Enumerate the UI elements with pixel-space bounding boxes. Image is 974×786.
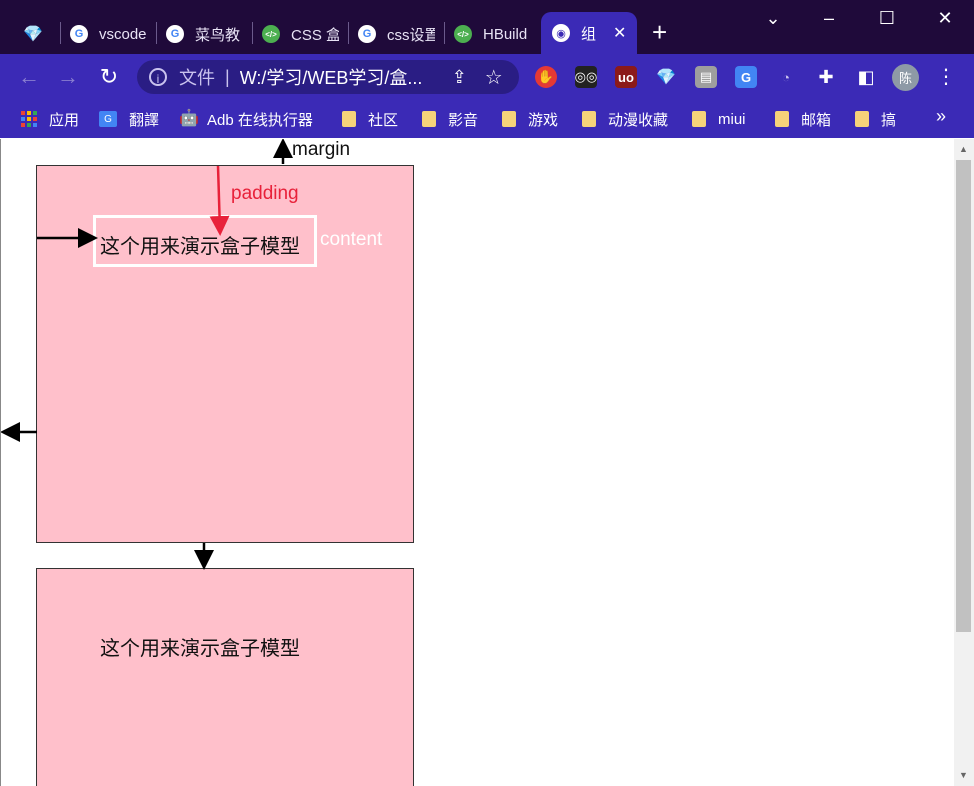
tab-title: HBuild	[483, 25, 528, 43]
bookmark-folder[interactable]: 搞	[855, 108, 896, 130]
scrollbar-thumb[interactable]	[956, 160, 971, 632]
bookmark-label: 游戏	[528, 111, 559, 129]
folder-icon	[422, 111, 436, 127]
tab-5[interactable]: G css设置	[358, 14, 440, 54]
padding-arrow	[209, 165, 230, 236]
share-icon[interactable]: ⇪	[452, 67, 467, 88]
bookmarks-bar: 应用 G 翻譯 🤖 Adb 在线执行器 社区 影音 游戏 动漫收藏 miui 邮…	[0, 100, 974, 138]
bookmark-label: 搞	[881, 111, 897, 129]
minimize-button[interactable]: –	[814, 8, 844, 29]
bookmark-folder[interactable]: 游戏	[502, 108, 558, 130]
url-scheme-label: 文件	[179, 68, 215, 88]
bookmark-folder[interactable]: 社区	[342, 108, 398, 130]
adblock-icon[interactable]: ✋	[535, 66, 557, 88]
maximize-button[interactable]: ☐	[872, 8, 902, 29]
ublock-icon[interactable]: uo	[615, 66, 637, 88]
info-icon[interactable]: i	[149, 68, 167, 86]
tab-separator	[156, 22, 157, 44]
scroll-up-icon[interactable]: ▲	[959, 144, 968, 154]
tab-title: CSS 盒	[291, 26, 339, 44]
tab-6[interactable]: </> HBuild	[454, 14, 536, 54]
bookmark-folder[interactable]: miui	[692, 108, 746, 130]
close-tab-icon[interactable]: ✕	[613, 23, 626, 43]
url-text[interactable]: W:/学习/WEB学习/盒...	[240, 64, 436, 90]
folder-icon	[502, 111, 516, 127]
sidepanel-icon[interactable]: ◧	[855, 66, 877, 88]
bookmark-label: 社区	[368, 111, 399, 129]
menu-icon[interactable]: ⋮	[936, 64, 956, 89]
page-viewport: 这个用来演示盒子模型 这个用来演示盒子模型 margin padding con…	[0, 139, 954, 786]
tab-separator	[252, 22, 253, 44]
bookmark-translate[interactable]: G 翻譯	[99, 108, 159, 130]
tab-title: 组	[581, 25, 597, 43]
google-icon: G	[166, 25, 184, 43]
tab-active[interactable]: ◉ 组 ✕	[541, 12, 637, 54]
bookmark-adb[interactable]: 🤖 Adb 在线执行器	[179, 108, 313, 130]
tab-list-icon[interactable]: ⌄	[758, 8, 788, 29]
bookmark-apps[interactable]: 应用	[21, 108, 79, 130]
tab-title: vscode	[99, 25, 147, 43]
bookmark-folder[interactable]: 邮箱	[775, 108, 831, 130]
tab-4[interactable]: </> CSS 盒	[262, 14, 344, 54]
bookmark-label: 翻譯	[129, 111, 160, 129]
tab-separator	[348, 22, 349, 44]
folder-icon	[342, 111, 356, 127]
folder-icon	[582, 111, 596, 127]
google-icon: G	[70, 25, 88, 43]
tab-1[interactable]: 💎	[24, 14, 48, 54]
bookmark-folder[interactable]: 动漫收藏	[582, 108, 668, 130]
puzzle-icon[interactable]: ✚	[815, 66, 837, 88]
code-icon: </>	[262, 25, 280, 43]
back-button[interactable]: ←	[16, 64, 42, 90]
folder-icon	[775, 111, 789, 127]
tab-separator	[444, 22, 445, 44]
bookmark-star-icon[interactable]: ☆	[485, 65, 503, 90]
scroll-down-icon[interactable]: ▼	[959, 770, 968, 780]
globe-icon: ◉	[552, 24, 570, 42]
new-tab-button[interactable]: +	[652, 18, 667, 46]
annotation-arrows	[1, 139, 293, 570]
bookmark-label: 邮箱	[801, 111, 832, 129]
more-bookmarks-icon[interactable]: »	[936, 106, 946, 127]
android-icon: 🤖	[179, 110, 199, 127]
bookmark-label: 动漫收藏	[608, 111, 669, 129]
reader-icon[interactable]: ▤	[695, 66, 717, 88]
bookmark-label: 应用	[49, 111, 80, 129]
translate-icon: G	[99, 111, 117, 127]
speed-icon[interactable]: ◔	[775, 66, 797, 88]
gem-icon[interactable]: 💎	[655, 66, 677, 88]
bookmark-label: miui	[718, 110, 746, 128]
apps-icon	[21, 111, 37, 127]
forward-button[interactable]: →	[55, 64, 81, 90]
tab-title: 菜鸟教	[195, 26, 241, 44]
bookmark-label: 影音	[448, 111, 479, 129]
bookmark-folder[interactable]: 影音	[422, 108, 478, 130]
folder-icon	[692, 111, 706, 127]
tab-strip: 💎 G vscode G 菜鸟教 </> CSS 盒 G css设置 </> H…	[0, 0, 974, 54]
tab-separator	[60, 22, 61, 44]
address-bar[interactable]: i 文件 | W:/学习/WEB学习/盒... ⇪ ☆	[137, 60, 519, 94]
toolbar: ← → ↻ i 文件 | W:/学习/WEB学习/盒... ⇪ ☆ ✋ ◎◎ u…	[0, 54, 974, 100]
tab-title: css设置	[387, 26, 435, 44]
url-divider: |	[225, 66, 230, 87]
tampermonkey-icon[interactable]: ◎◎	[575, 66, 597, 88]
folder-icon	[855, 111, 869, 127]
google-icon: G	[358, 25, 376, 43]
bookmark-label: Adb 在线执行器	[207, 111, 313, 129]
tab-2[interactable]: G vscode	[70, 14, 152, 54]
gem-icon: 💎	[24, 26, 43, 43]
avatar[interactable]: 陈	[892, 64, 919, 91]
translate-icon[interactable]: G	[735, 66, 757, 88]
close-window-button[interactable]: ✕	[930, 8, 960, 29]
code-icon: </>	[454, 25, 472, 43]
reload-button[interactable]: ↻	[96, 64, 122, 90]
tab-3[interactable]: G 菜鸟教	[166, 14, 248, 54]
